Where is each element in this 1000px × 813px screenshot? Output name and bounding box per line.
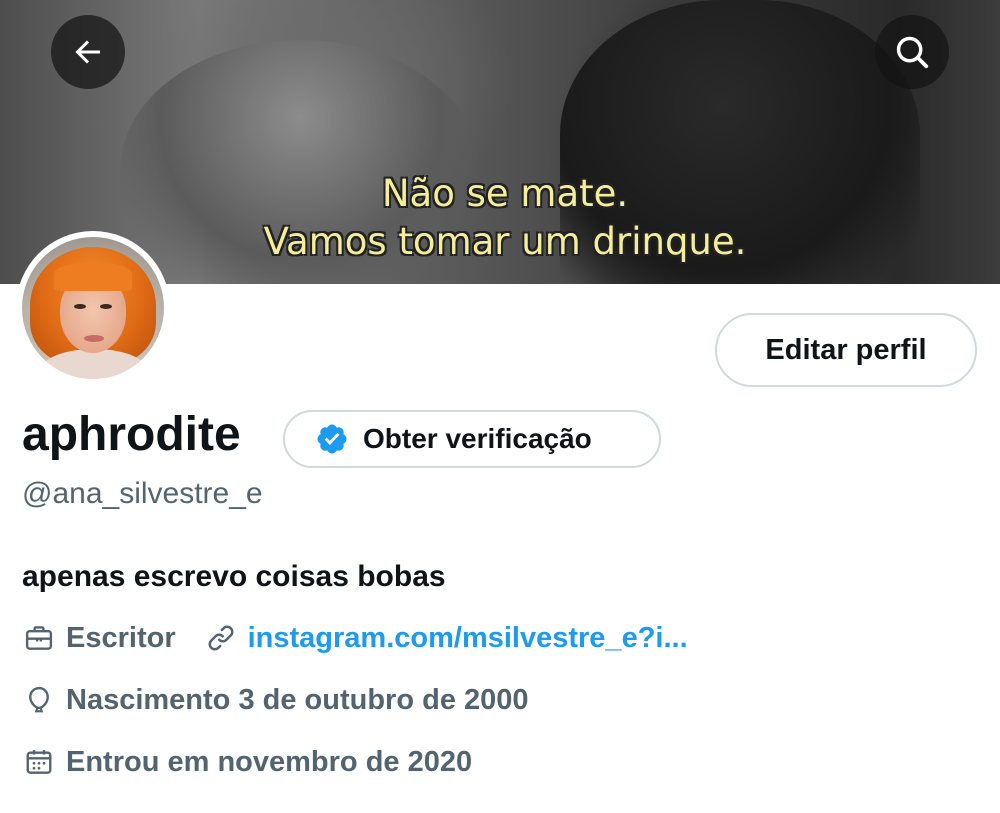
verified-badge-icon [317, 424, 347, 454]
calendar-icon [22, 745, 56, 779]
link-icon [204, 621, 238, 655]
website-link[interactable]: instagram.com/msilvestre_e?i... [248, 618, 688, 658]
avatar-eye-left [74, 304, 86, 309]
user-handle: @ana_silvestre_e [22, 477, 263, 510]
balloon-icon [22, 683, 56, 717]
avatar-bangs [54, 263, 132, 291]
avatar-lips [84, 335, 104, 342]
profile-meta-row-1: Escritor instagram.com/msilvestre_e?i... [22, 618, 688, 658]
get-verified-label: Obter verificação [363, 423, 592, 454]
get-verified-button[interactable]: Obter verificação [283, 410, 661, 468]
search-button[interactable] [875, 15, 949, 89]
arrow-left-icon [75, 40, 100, 64]
briefcase-icon [22, 621, 56, 655]
birthday-item: Nascimento 3 de outubro de 2000 [22, 680, 529, 720]
avatar-eye-right [100, 304, 112, 309]
avatar-photo [22, 237, 164, 379]
profile-avatar[interactable] [16, 231, 170, 385]
birthday-label: Nascimento 3 de outubro de 2000 [66, 684, 529, 716]
joined-item: Entrou em novembro de 2020 [22, 742, 472, 782]
search-icon [896, 36, 929, 69]
banner-subtitle: Não se mate. Vamos tomar um drinque. [170, 170, 840, 266]
profile-bio: apenas escrevo coisas bobas [22, 560, 446, 593]
website-item[interactable]: instagram.com/msilvestre_e?i... [204, 618, 688, 658]
back-button[interactable] [51, 15, 125, 89]
edit-profile-button[interactable]: Editar perfil [715, 313, 977, 387]
profession-label: Escritor [66, 622, 176, 654]
banner-subtitle-line-2: Vamos tomar um drinque. [263, 220, 747, 263]
profession-item: Escritor [22, 618, 176, 658]
display-name: aphrodite [22, 408, 241, 461]
profile-banner[interactable]: Não se mate. Vamos tomar um drinque. [0, 0, 1000, 284]
banner-subtitle-line-1: Não se mate. [381, 172, 629, 215]
joined-label: Entrou em novembro de 2020 [66, 746, 473, 778]
